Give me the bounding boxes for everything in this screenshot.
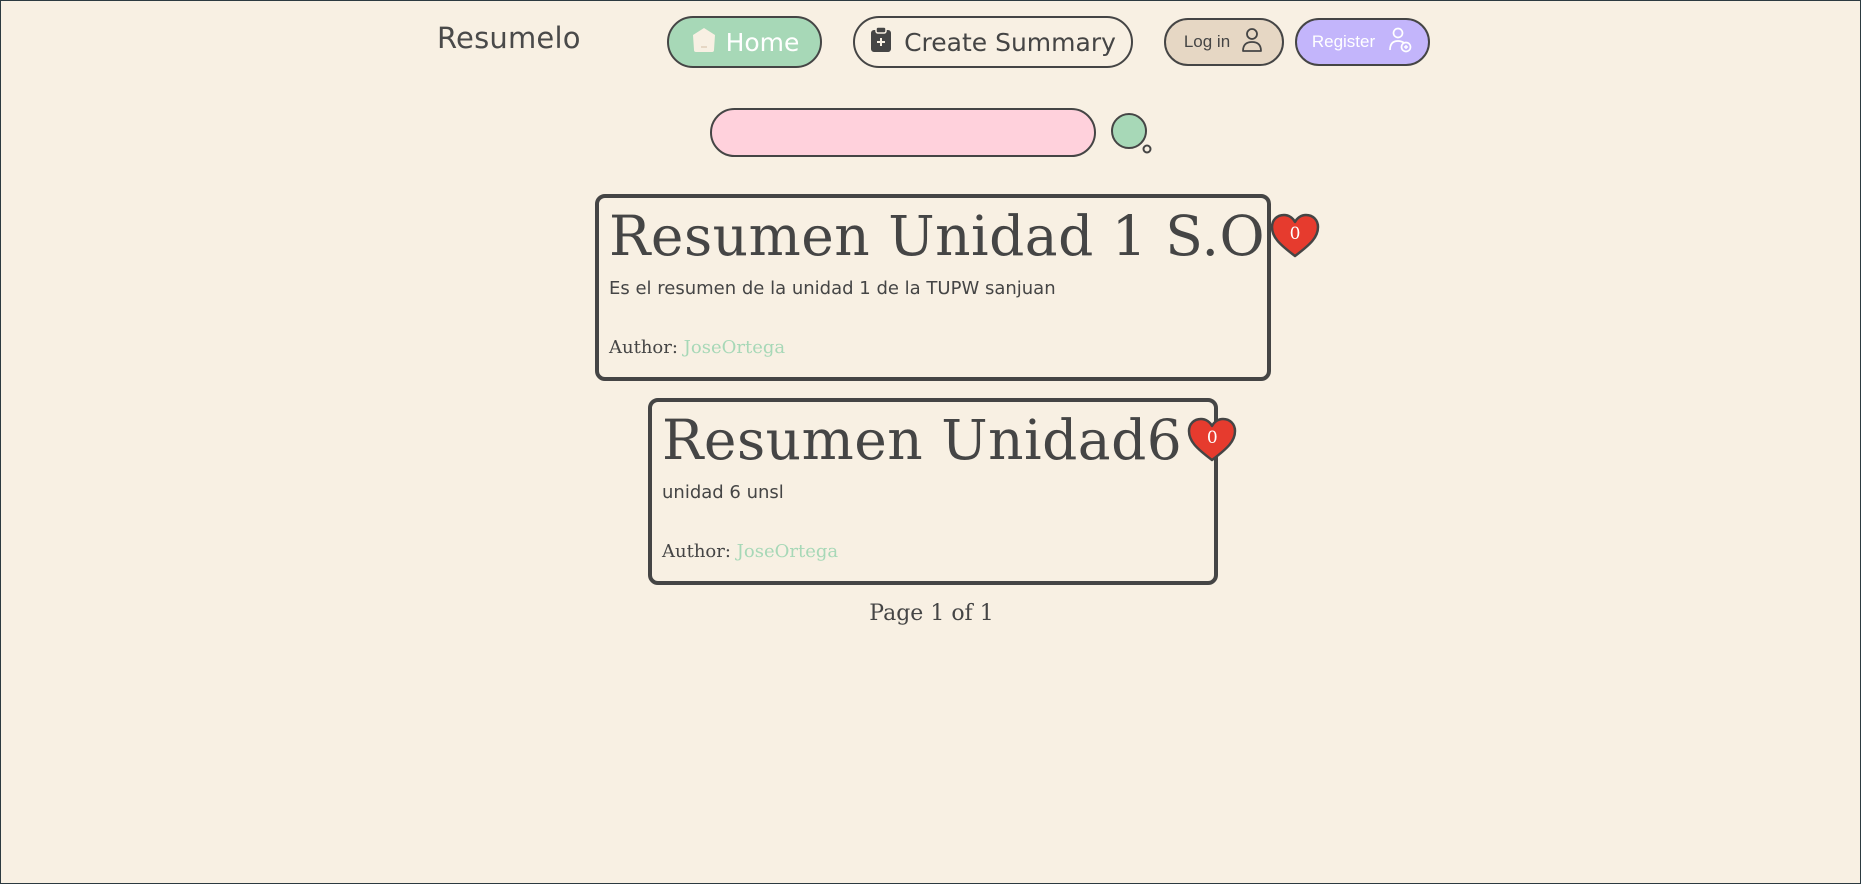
summary-author-line: Author: JoseOrtega: [609, 337, 1257, 358]
home-icon: [690, 26, 718, 59]
like-button[interactable]: 0: [1269, 212, 1321, 260]
summary-description: Es el resumen de la unidad 1 de la TUPW …: [609, 278, 1056, 299]
search-input[interactable]: [710, 108, 1096, 157]
search-button[interactable]: [1111, 113, 1153, 157]
author-link[interactable]: JoseOrtega: [684, 337, 785, 358]
register-label: Register: [1311, 32, 1376, 51]
like-count: 0: [1206, 428, 1218, 448]
summary-description: unidad 6 unsl: [662, 482, 784, 503]
login-button[interactable]: Log in: [1164, 18, 1284, 66]
home-button-label: Home: [725, 27, 800, 57]
like-button[interactable]: 0: [1186, 416, 1238, 464]
pagination-status: Page 1 of 1: [869, 601, 994, 626]
summary-card[interactable]: Resumen Unidad6 0 unidad 6 unsl Author: …: [648, 398, 1237, 585]
user-icon: [1240, 27, 1264, 58]
author-label: Author:: [609, 337, 678, 358]
user-add-icon: [1387, 27, 1413, 58]
summary-title[interactable]: Resumen Unidad 1 S.O: [609, 206, 1265, 266]
summary-author-line: Author: JoseOrtega: [662, 541, 1204, 562]
brand-title[interactable]: Resumelo: [437, 21, 581, 55]
summary-card[interactable]: Resumen Unidad 1 S.O 0 Es el resumen de …: [595, 194, 1320, 381]
magnifier-icon: [1111, 113, 1153, 161]
home-button[interactable]: Home: [667, 16, 822, 68]
register-button[interactable]: Register: [1295, 18, 1430, 66]
clipboard-plus-icon: [870, 25, 892, 58]
create-summary-button[interactable]: Create Summary: [853, 16, 1133, 68]
login-label: Log in: [1183, 32, 1231, 51]
create-summary-label: Create Summary: [904, 27, 1116, 57]
summary-title[interactable]: Resumen Unidad6: [662, 410, 1182, 470]
author-link[interactable]: JoseOrtega: [737, 541, 838, 562]
like-count: 0: [1289, 224, 1301, 244]
author-label: Author:: [662, 541, 731, 562]
